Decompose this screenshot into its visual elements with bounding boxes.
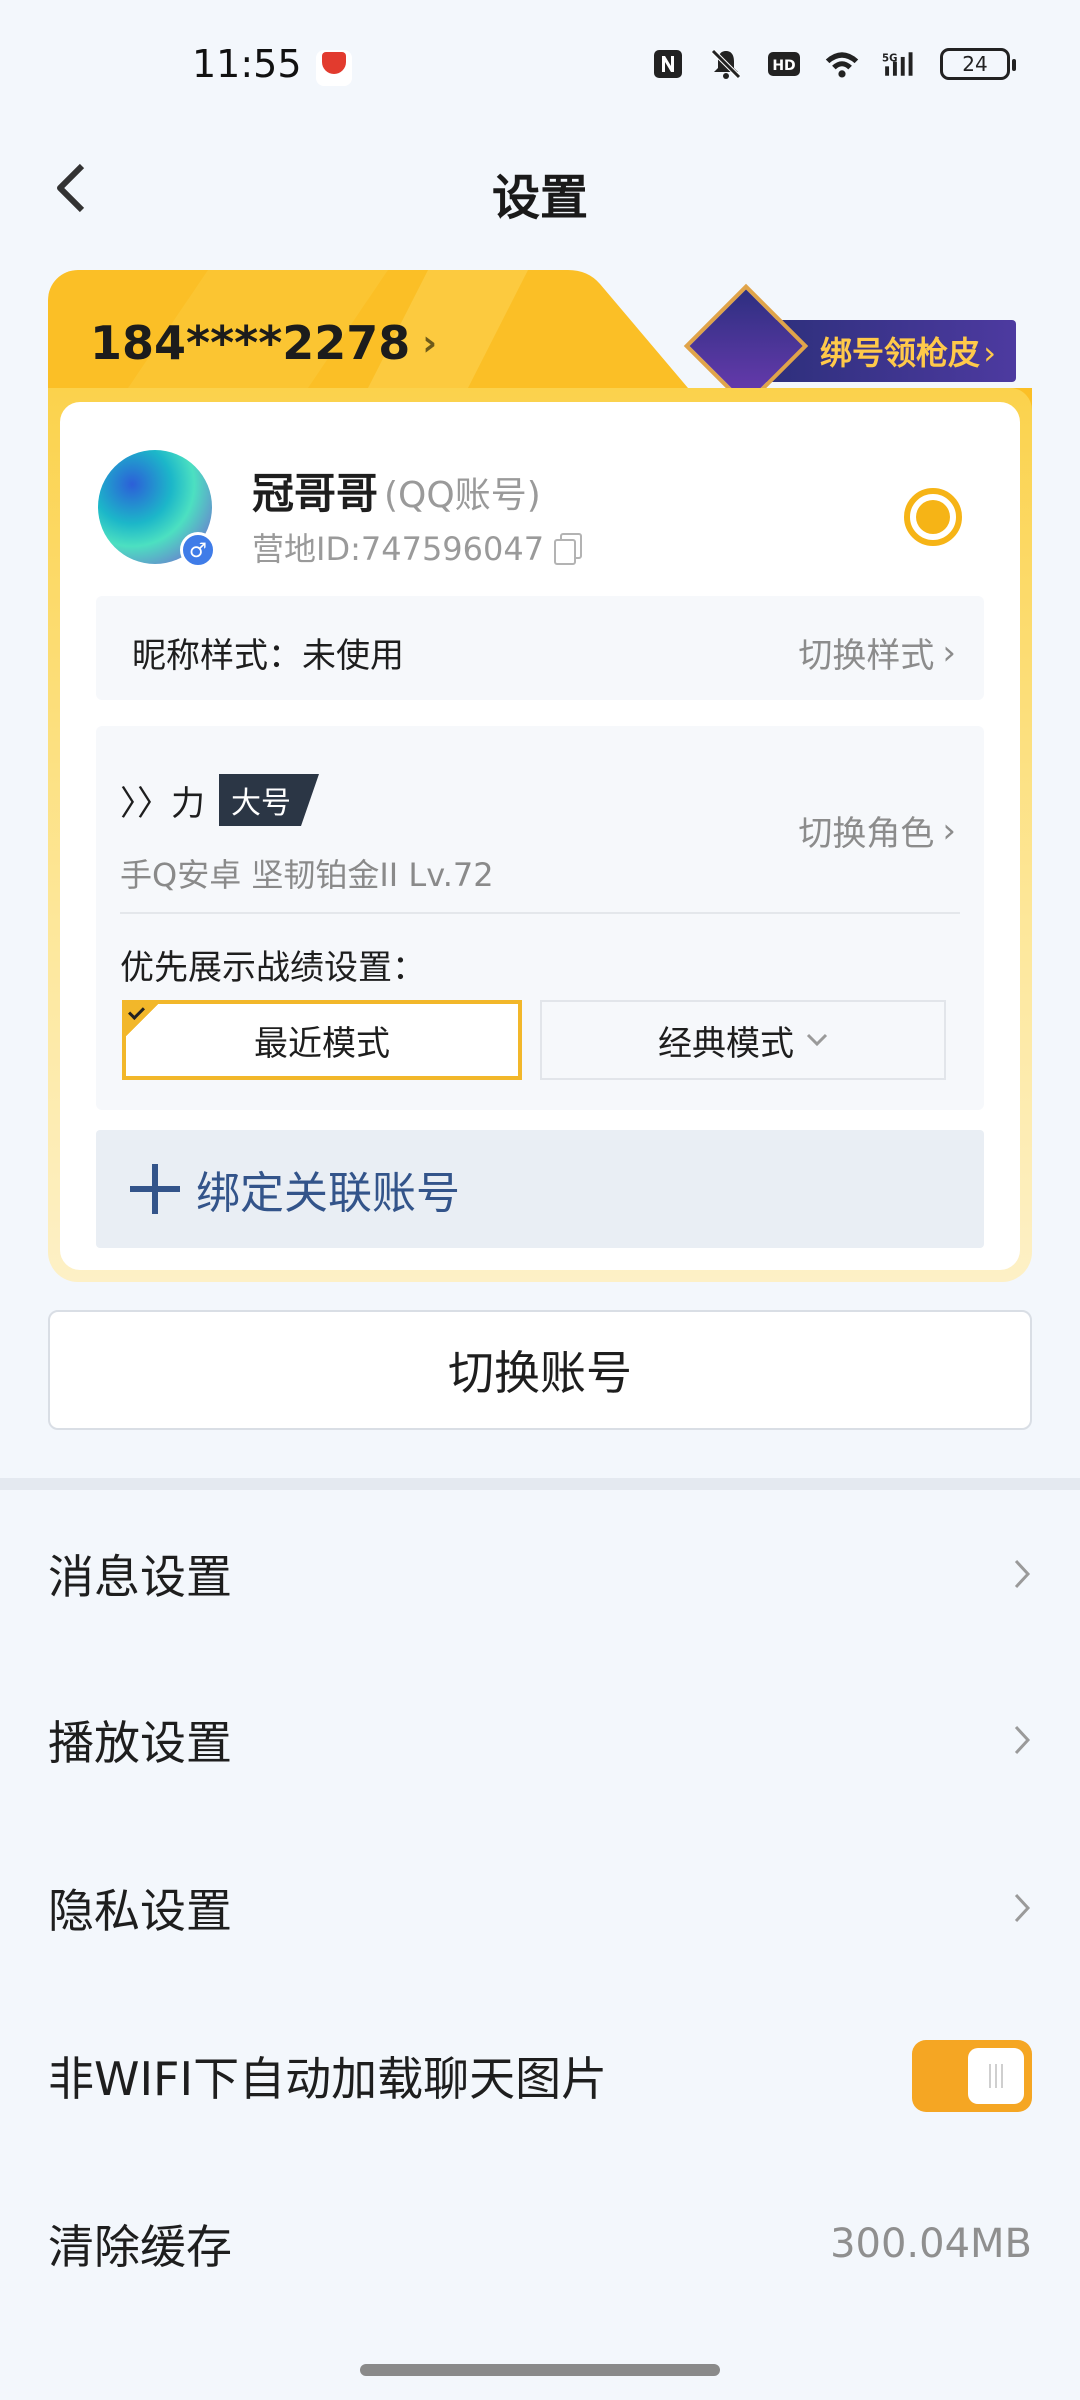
battery-icon: 24: [940, 48, 1016, 80]
app-notification-icon: [316, 50, 352, 86]
nfc-icon: [650, 46, 686, 82]
status-bar: 11:55 HD 5G 24: [0, 0, 1080, 140]
classic-mode-label: 经典模式: [658, 1023, 794, 1064]
copy-icon[interactable]: [554, 533, 583, 565]
bind-skin-promo-button[interactable]: 绑号领枪皮 ›: [683, 283, 1016, 409]
header: 设置: [0, 140, 1080, 240]
role-box: 〉〉力 大号 手Q安卓 坚韧铂金II Lv.72 切换角色 › 优先展示战绩设置…: [96, 726, 984, 1110]
camp-id: 营地ID:747596047: [252, 524, 583, 570]
chevron-right-icon: ›: [422, 322, 438, 364]
toggle-knob: [968, 2048, 1024, 2104]
camp-id-text: 营地ID:747596047: [252, 530, 545, 568]
switch-style-label: 切换样式: [798, 636, 935, 676]
recent-mode-label: 最近模式: [254, 1023, 390, 1064]
nickname-style-row[interactable]: 昵称样式：未使用 切换样式 ›: [96, 596, 984, 700]
nickname: 冠哥哥: [252, 469, 379, 518]
main-account-badge: 大号: [219, 774, 319, 826]
account-type: (QQ账号): [384, 475, 541, 516]
chevron-down-icon: [806, 1033, 828, 1047]
switch-style-link[interactable]: 切换样式 ›: [798, 628, 956, 677]
setting-label: 非WIFI下自动加载聊天图片: [48, 2052, 608, 2106]
home-indicator[interactable]: [360, 2364, 720, 2376]
switch-role-label: 切换角色: [798, 814, 935, 854]
account-selected-radio[interactable]: [904, 488, 962, 546]
cache-size: 300.04MB: [830, 2221, 1032, 2267]
clear-cache-row[interactable]: 清除缓存 300.04MB: [0, 2160, 1080, 2328]
chevron-right-icon: ›: [942, 810, 956, 851]
hd-icon: HD: [766, 46, 802, 82]
setting-label: 隐私设置: [48, 1884, 232, 1938]
role-info: 手Q安卓 坚韧铂金II Lv.72: [120, 856, 494, 894]
playback-settings-row[interactable]: 播放设置: [0, 1656, 1080, 1824]
mute-icon: [708, 46, 744, 82]
switch-account-button[interactable]: 切换账号: [48, 1310, 1032, 1430]
privacy-settings-row[interactable]: 隐私设置: [0, 1824, 1080, 1992]
male-gender-icon: ♂: [180, 532, 216, 568]
chevron-right-icon: [1014, 1725, 1031, 1755]
nickname-style-label: 昵称样式：未使用: [132, 636, 404, 676]
5g-signal-icon: 5G: [882, 46, 918, 82]
bind-linked-account-label: 绑定关联账号: [196, 1168, 460, 1219]
chevron-right-icon: ›: [983, 334, 996, 372]
chevron-right-icon: ›: [942, 632, 956, 673]
phone-number[interactable]: 184****2278 ›: [90, 316, 437, 370]
priority-display-label: 优先展示战绩设置：: [120, 948, 426, 988]
switch-role-link[interactable]: 切换角色 ›: [798, 806, 956, 855]
chevron-right-icon: [1014, 1893, 1031, 1923]
section-divider: [0, 1478, 1080, 1490]
message-settings-row[interactable]: 消息设置: [0, 1490, 1080, 1658]
status-time: 11:55: [192, 42, 302, 86]
setting-label: 消息设置: [48, 1550, 232, 1604]
wifi-icon: [824, 46, 860, 82]
recent-mode-option[interactable]: 最近模式: [122, 1000, 522, 1080]
chevron-right-icon: [1014, 1559, 1031, 1589]
setting-label: 清除缓存: [48, 2220, 232, 2274]
divider: [120, 912, 960, 914]
role-name-row: 〉〉力 大号: [120, 774, 319, 826]
bind-linked-account-button[interactable]: 绑定关联账号: [96, 1130, 984, 1248]
page-title: 设置: [491, 170, 588, 226]
classic-mode-dropdown[interactable]: 经典模式: [540, 1000, 946, 1080]
auto-load-images-row: 非WIFI下自动加载聊天图片: [0, 1992, 1080, 2160]
plus-icon: [130, 1164, 180, 1214]
check-icon: [124, 1002, 160, 1038]
account-card: 184****2278 › 绑号领枪皮 › ♂ 冠哥哥 (QQ账号) 营地ID:…: [48, 270, 1032, 1282]
svg-text:HD: HD: [772, 58, 795, 74]
setting-label: 播放设置: [48, 1716, 232, 1770]
status-icons: HD 5G 24: [650, 46, 1016, 82]
role-name: 〉〉力: [120, 783, 205, 824]
auto-load-images-toggle[interactable]: [912, 2040, 1032, 2112]
phone-number-text: 184****2278: [90, 316, 411, 370]
